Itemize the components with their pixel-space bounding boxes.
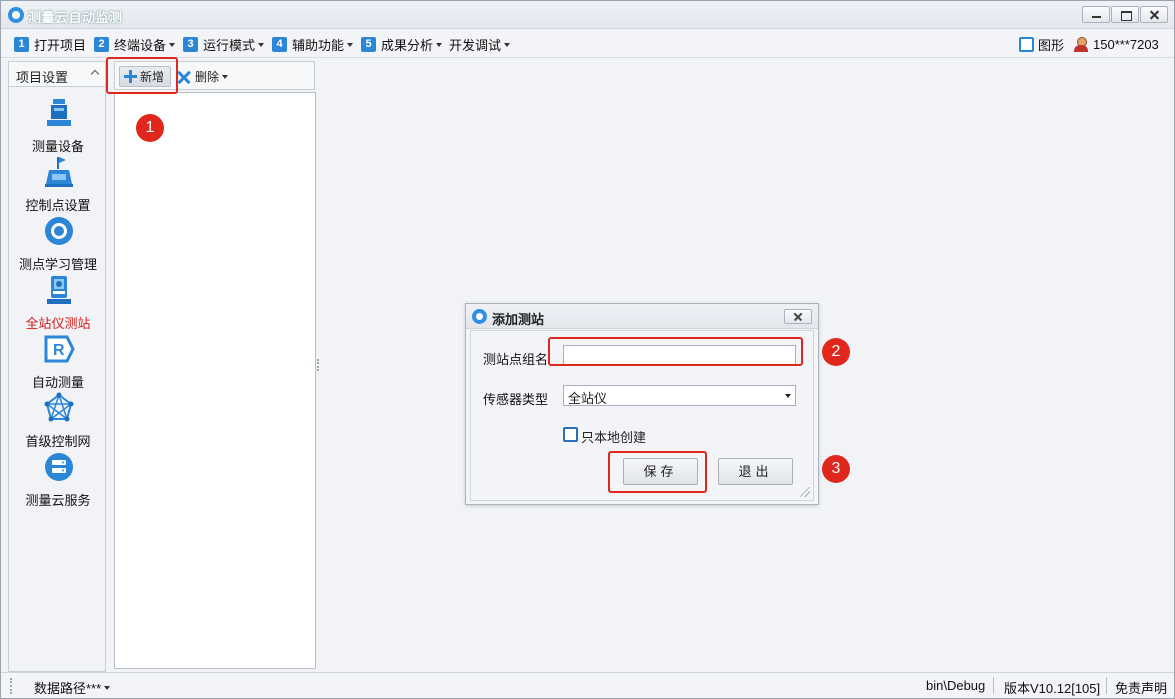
resize-grip-icon[interactable] <box>800 487 810 497</box>
status-grip <box>10 678 12 694</box>
survey-device-icon <box>47 99 71 126</box>
control-network-icon <box>44 392 74 422</box>
sidebar-item-point-learning[interactable]: 测点学习管理 <box>9 215 107 274</box>
dropdown-caret-icon <box>104 686 111 690</box>
sidebar-item-control-points[interactable]: 控制点设置 <box>9 156 107 215</box>
user-account[interactable]: 150***7203 <box>1074 35 1159 53</box>
point-learning-icon <box>45 217 73 245</box>
annotation-highlight-1 <box>106 57 178 94</box>
svg-text:R: R <box>53 342 65 359</box>
app-logo-icon <box>472 309 487 324</box>
group-name-label: 测站点组名 <box>483 352 549 367</box>
local-only-checkbox[interactable] <box>563 427 578 442</box>
minimize-button[interactable] <box>1082 6 1110 23</box>
sidebar-item-control-network[interactable]: 首级控制网 <box>9 392 107 451</box>
dropdown-caret-icon <box>785 394 791 398</box>
dropdown-caret-icon <box>347 42 354 47</box>
menu-open-project[interactable]: 1 打开项目 <box>14 35 86 53</box>
sidebar-item-label: 测量云服务 <box>25 493 91 508</box>
station-list[interactable] <box>114 92 316 669</box>
sidebar-item-label: 测点学习管理 <box>18 257 97 272</box>
chevron-up-icon[interactable] <box>90 69 100 79</box>
annotation-marker-2: 2 <box>822 338 850 366</box>
panel-splitter[interactable] <box>317 359 319 371</box>
menu-label: 打开项目 <box>34 37 87 53</box>
graphics-toggle[interactable]: 图形 <box>1019 35 1064 53</box>
delete-x-icon <box>177 70 191 84</box>
control-point-icon <box>45 157 73 187</box>
sidebar-item-label: 自动测量 <box>31 375 84 390</box>
sidebar-item-label: 全站仪测站 <box>25 316 91 331</box>
sidebar-nav: 测量设备 控制点设置 测点学习管理 全站仪测站 R 自动测量 首级控制网 测量云… <box>8 87 106 672</box>
version-label: 版本V10.12[105] <box>1004 681 1101 696</box>
number-badge: 2 <box>94 36 109 52</box>
delete-label: 删除 <box>195 70 220 84</box>
number-badge: 5 <box>361 36 376 52</box>
dialog-title: 添加测站 <box>492 312 545 327</box>
dialog-title-bar[interactable]: 添加测站 <box>466 304 818 329</box>
cloud-service-icon <box>45 453 73 481</box>
dropdown-caret-icon <box>169 42 176 47</box>
number-badge: 3 <box>183 36 198 52</box>
sensor-type-value: 全站仪 <box>568 391 608 406</box>
dropdown-caret-icon <box>258 42 265 47</box>
user-name: 150***7203 <box>1093 36 1159 52</box>
disclaimer-link[interactable]: 免责声明 <box>1115 678 1167 697</box>
sidebar-item-label: 首级控制网 <box>25 434 91 449</box>
dropdown-caret-icon <box>436 42 443 47</box>
status-separator <box>1106 677 1107 694</box>
sidebar-item-auto-measure[interactable]: R 自动测量 <box>9 333 107 392</box>
sidebar-item-cloud-service[interactable]: 测量云服务 <box>9 451 107 510</box>
bin-path: bin\Debug <box>926 678 986 693</box>
annotation-marker-1: 1 <box>136 114 164 142</box>
sensor-type-select[interactable]: 全站仪 <box>563 385 796 406</box>
menu-result-analysis[interactable]: 5 成果分析 <box>361 35 443 53</box>
graphics-label: 图形 <box>1038 37 1065 53</box>
maximize-button[interactable] <box>1111 6 1139 23</box>
menu-label: 终端设备 <box>114 37 167 53</box>
total-station-icon <box>47 276 71 304</box>
menu-terminal-devices[interactable]: 2 终端设备 <box>94 35 176 53</box>
status-separator <box>993 677 994 694</box>
data-path-label: 数据路径*** <box>34 681 102 696</box>
sidebar-item-label: 控制点设置 <box>25 198 91 213</box>
menu-dev-debug[interactable]: 开发调试 <box>449 35 511 53</box>
sidebar-title: 项目设置 <box>16 70 69 85</box>
annotation-highlight-2 <box>548 337 803 366</box>
menu-label: 辅助功能 <box>292 37 345 53</box>
title-bar: 测量云自动监测 <box>1 1 1174 29</box>
number-badge: 1 <box>14 36 29 52</box>
sidebar-item-total-station[interactable]: 全站仪测站 <box>9 274 107 333</box>
dialog-close-button[interactable] <box>784 309 812 324</box>
status-bar: 数据路径*** bin\Debug 版本V10.12[105] 免责声明 <box>1 672 1174 698</box>
delete-button[interactable]: 删除 <box>177 66 229 87</box>
close-button[interactable] <box>1140 6 1168 23</box>
app-logo-icon <box>8 7 24 23</box>
local-only-label[interactable]: 只本地创建 <box>581 427 646 446</box>
annotation-highlight-3 <box>608 451 707 493</box>
menu-run-mode[interactable]: 3 运行模式 <box>183 35 265 53</box>
sidebar-item-survey-devices[interactable]: 测量设备 <box>9 97 107 156</box>
data-path-menu[interactable]: 数据路径*** <box>34 678 111 697</box>
dropdown-caret-icon <box>504 42 511 47</box>
window-title: 测量云自动监测 <box>28 10 123 25</box>
checkbox-icon <box>1019 36 1034 52</box>
user-avatar-icon <box>1074 36 1088 52</box>
auto-measure-icon: R <box>44 335 75 363</box>
sidebar-header[interactable]: 项目设置 <box>8 61 106 87</box>
menu-bar: 1 打开项目 2 终端设备 3 运行模式 4 辅助功能 5 成果分析 开发调试 <box>1 30 1174 58</box>
dropdown-caret-icon <box>222 75 229 79</box>
main-window: 测量云自动监测 1 打开项目 2 终端设备 3 运行模式 4 辅助功能 5 成果… <box>0 0 1175 699</box>
menu-label: 开发调试 <box>449 37 502 53</box>
annotation-marker-3: 3 <box>822 455 850 483</box>
sidebar-item-label: 测量设备 <box>31 139 84 154</box>
menu-label: 运行模式 <box>203 37 256 53</box>
exit-button[interactable]: 退出 <box>718 458 793 485</box>
sensor-type-label: 传感器类型 <box>483 392 549 407</box>
menu-aux-functions[interactable]: 4 辅助功能 <box>272 35 354 53</box>
menu-label: 成果分析 <box>381 37 434 53</box>
number-badge: 4 <box>272 36 287 52</box>
